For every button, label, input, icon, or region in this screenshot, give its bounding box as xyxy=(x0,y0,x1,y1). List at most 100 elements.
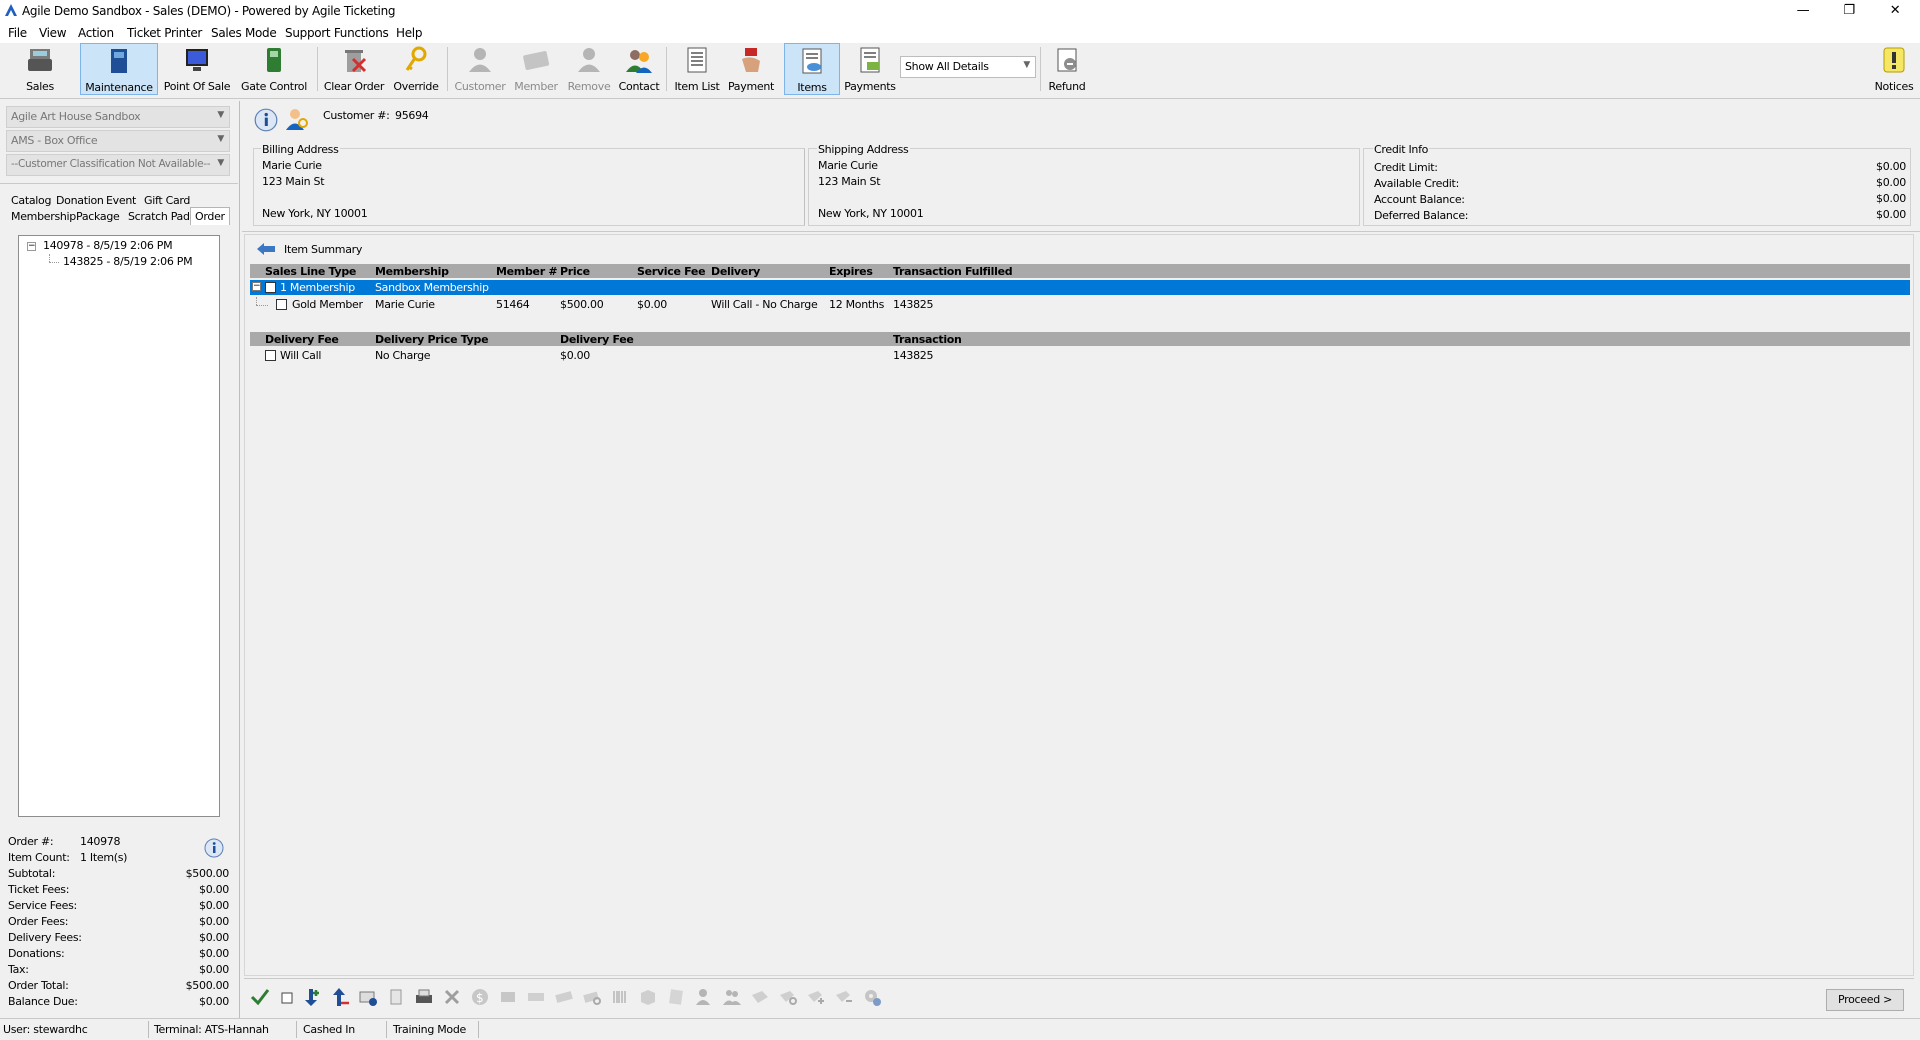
col-membership: Membership xyxy=(375,265,449,278)
menu-file[interactable]: File xyxy=(8,26,27,40)
tag-remove-icon[interactable] xyxy=(834,987,854,1007)
tab-scratch-pad[interactable]: Scratch Pad xyxy=(126,209,192,224)
menu-ticket-printer[interactable]: Ticket Printer xyxy=(127,26,202,40)
maintenance-label: Maintenance xyxy=(85,81,153,94)
menu-help[interactable]: Help xyxy=(396,26,422,40)
tag-search-icon[interactable] xyxy=(778,987,798,1007)
tag-add-icon[interactable] xyxy=(806,987,826,1007)
remove-button[interactable]: Remove xyxy=(564,43,614,95)
tab-package[interactable]: Package xyxy=(74,209,122,224)
row-checkbox[interactable] xyxy=(265,282,276,293)
col-delivery-transaction: Transaction xyxy=(893,333,962,346)
settings-info-icon[interactable] xyxy=(862,987,882,1007)
payment-button[interactable]: Payment xyxy=(726,43,776,95)
restore-button[interactable]: ❐ xyxy=(1826,0,1872,22)
check-all-icon[interactable] xyxy=(250,987,270,1007)
menu-view[interactable]: View xyxy=(39,26,67,40)
row-checkbox[interactable] xyxy=(276,299,287,310)
move-up-remove-icon[interactable] xyxy=(330,987,350,1007)
items-icon xyxy=(802,48,822,74)
gate-control-button[interactable]: Gate Control xyxy=(236,43,312,95)
uncheck-all-icon[interactable] xyxy=(277,987,297,1007)
refund-button[interactable]: Refund xyxy=(1044,43,1090,95)
monitor-icon xyxy=(186,49,208,71)
notices-button[interactable]: Notices xyxy=(1870,43,1918,95)
member-label: Member xyxy=(514,80,558,93)
minimize-button[interactable]: — xyxy=(1780,0,1826,22)
billing-address-title: Billing Address xyxy=(261,143,340,156)
ticket-search-icon[interactable] xyxy=(582,987,602,1007)
list-icon xyxy=(687,47,707,73)
ticket-icon[interactable] xyxy=(526,987,546,1007)
back-arrow-icon[interactable] xyxy=(256,242,276,256)
printer-icon[interactable] xyxy=(414,987,434,1007)
tree-node-order[interactable]: 140978 - 8/5/19 2:06 PM xyxy=(43,239,173,252)
row-collapse-icon[interactable]: − xyxy=(252,282,261,291)
org-select[interactable]: Agile Art House Sandbox ▼ xyxy=(6,106,230,128)
order-total-label: Order Total: xyxy=(8,979,69,992)
classification-select[interactable]: --Customer Classification Not Available-… xyxy=(6,154,230,176)
item-summary-title: Item Summary xyxy=(284,243,363,256)
table-row-group[interactable]: − 1 Membership Sandbox Membership xyxy=(250,280,1910,295)
proceed-button[interactable]: Proceed > xyxy=(1826,989,1904,1011)
refund-label: Refund xyxy=(1048,80,1086,93)
customer-label: Customer xyxy=(454,80,506,93)
package-icon[interactable] xyxy=(638,987,658,1007)
row-checkbox[interactable] xyxy=(265,350,276,361)
order-fees-label: Order Fees: xyxy=(8,915,69,928)
divider xyxy=(0,183,238,184)
table-row[interactable]: Will Call No Charge $0.00 143825 xyxy=(250,348,1910,363)
menu-support-functions[interactable]: Support Functions xyxy=(285,26,389,40)
barcode-icon[interactable] xyxy=(610,987,630,1007)
col-delivery-fee-amount: Delivery Fee xyxy=(560,333,634,346)
override-button[interactable]: Override xyxy=(390,43,442,95)
credit-limit-value: $0.00 xyxy=(1876,160,1906,173)
clear-order-button[interactable]: Clear Order xyxy=(322,43,386,95)
item-list-button[interactable]: Item List xyxy=(672,43,722,95)
chevron-down-icon: ▼ xyxy=(1023,60,1030,70)
document-icon[interactable] xyxy=(386,987,406,1007)
customer-search-icon[interactable] xyxy=(284,106,310,132)
people-icon[interactable] xyxy=(722,987,742,1007)
cancel-icon[interactable] xyxy=(442,987,462,1007)
maintenance-button[interactable]: Maintenance xyxy=(80,43,158,95)
note-icon[interactable] xyxy=(666,987,686,1007)
payments-button[interactable]: Payments xyxy=(844,43,896,95)
box-office-select[interactable]: AMS - Box Office ▼ xyxy=(6,130,230,152)
item-delivery: Will Call - No Charge xyxy=(711,298,818,311)
item-expires: 12 Months xyxy=(829,298,885,311)
remove-label: Remove xyxy=(567,80,611,93)
menu-action[interactable]: Action xyxy=(78,26,114,40)
info-icon[interactable] xyxy=(204,838,224,858)
ticket-tilted-icon[interactable] xyxy=(554,987,574,1007)
tree-node-transaction[interactable]: 143825 - 8/5/19 2:06 PM xyxy=(63,255,193,268)
info-icon[interactable] xyxy=(254,108,278,132)
detail-filter-select[interactable]: Show All Details ▼ xyxy=(900,56,1036,78)
customer-button[interactable]: Customer xyxy=(452,43,508,95)
tab-catalog[interactable]: Catalog xyxy=(9,193,53,208)
move-down-add-icon[interactable] xyxy=(302,987,322,1007)
contact-button[interactable]: Contact xyxy=(616,43,662,95)
tab-gift-card[interactable]: Gift Card xyxy=(142,193,192,208)
payments-icon xyxy=(860,47,880,73)
member-button[interactable]: Member xyxy=(512,43,560,95)
divider xyxy=(242,231,1920,232)
tree-collapse-icon[interactable]: − xyxy=(27,242,36,251)
tab-donation[interactable]: Donation xyxy=(54,193,106,208)
tab-event[interactable]: Event xyxy=(104,193,138,208)
ticket-stack-icon[interactable] xyxy=(498,987,518,1007)
tag-icon[interactable] xyxy=(750,987,770,1007)
tab-order[interactable]: Order xyxy=(190,207,230,225)
table-row[interactable]: Gold Member Marie Curie 51464 $500.00 $0… xyxy=(250,297,1910,312)
menu-sales-mode[interactable]: Sales Mode xyxy=(211,26,277,40)
sales-button[interactable]: Sales xyxy=(12,43,68,95)
status-user: User: stewardhc xyxy=(3,1023,88,1036)
scanner-icon xyxy=(267,48,281,72)
email-info-icon[interactable] xyxy=(358,987,378,1007)
point-of-sale-button[interactable]: Point Of Sale xyxy=(162,43,232,95)
person-search-icon[interactable] xyxy=(694,987,714,1007)
close-button[interactable]: ✕ xyxy=(1872,0,1918,22)
tab-membership[interactable]: Membership xyxy=(9,209,78,224)
dollar-icon[interactable]: $ xyxy=(470,987,490,1007)
items-button[interactable]: Items xyxy=(784,43,840,95)
